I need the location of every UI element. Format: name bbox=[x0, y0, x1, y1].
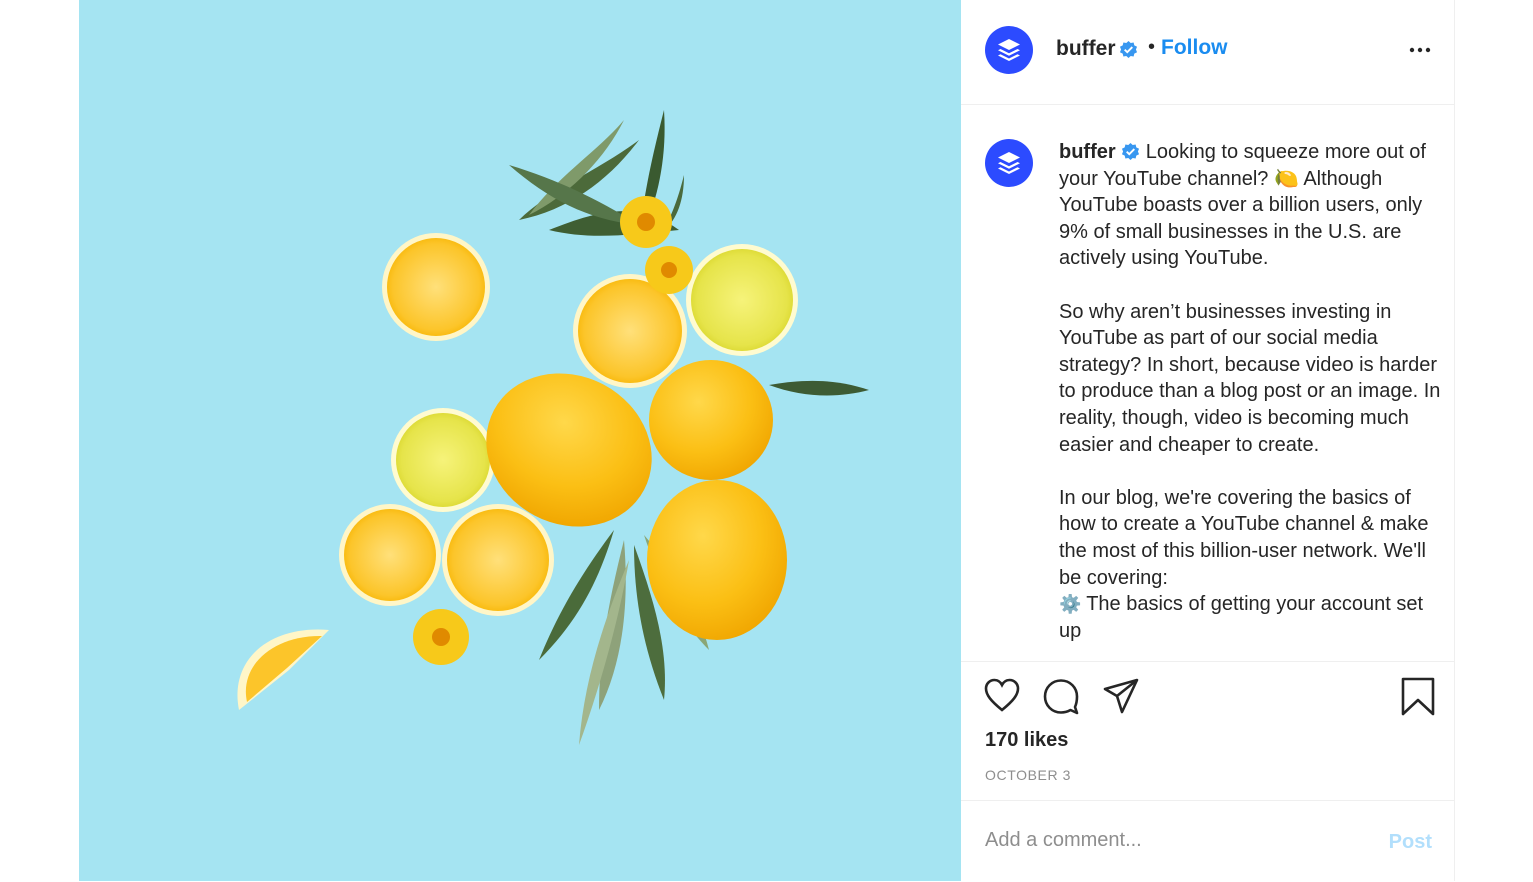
caption-avatar[interactable] bbox=[985, 139, 1033, 187]
caption-text: buffer Looking to squeeze more out of yo… bbox=[1059, 139, 1444, 644]
caption-paragraph-2: So why aren’t businesses investing in Yo… bbox=[1059, 300, 1441, 456]
comment-bar: Post bbox=[961, 800, 1454, 882]
caption-bullet-text: The basics of getting your account set u… bbox=[1059, 593, 1424, 642]
comment-icon[interactable] bbox=[1042, 676, 1080, 716]
post-photo[interactable] bbox=[79, 0, 961, 881]
avatar[interactable] bbox=[985, 26, 1033, 74]
caption-bullet: ⚙️ The basics of getting your account se… bbox=[1059, 591, 1444, 644]
verified-badge-icon bbox=[1119, 40, 1138, 59]
buffer-logo-icon bbox=[998, 39, 1020, 61]
likes-count[interactable]: 170 likes bbox=[985, 729, 1068, 752]
action-bar bbox=[961, 676, 1454, 720]
separator-dot: • bbox=[1148, 36, 1156, 58]
lemons-photo bbox=[237, 110, 869, 745]
share-icon[interactable] bbox=[1102, 676, 1140, 716]
post-comment-button[interactable]: Post bbox=[1389, 831, 1432, 854]
post-date: OCTOBER 3 bbox=[985, 767, 1072, 783]
post-header: buffer • Follow bbox=[961, 0, 1454, 105]
gear-icon: ⚙️ bbox=[1059, 594, 1082, 615]
follow-button[interactable]: Follow bbox=[1161, 36, 1228, 60]
post-detail-panel: buffer • Follow buffer Looking to squeez… bbox=[961, 0, 1455, 881]
verified-badge-icon bbox=[1122, 142, 1140, 161]
caption-paragraph-3: In our blog, we're covering the basics o… bbox=[1059, 486, 1429, 589]
username[interactable]: buffer bbox=[1056, 37, 1116, 61]
caption-section: buffer Looking to squeeze more out of yo… bbox=[961, 105, 1454, 662]
more-options-icon[interactable] bbox=[1408, 40, 1432, 60]
caption-username[interactable]: buffer bbox=[1059, 141, 1116, 163]
buffer-logo-icon bbox=[998, 152, 1020, 174]
comment-input[interactable] bbox=[985, 829, 1345, 852]
bookmark-icon[interactable] bbox=[1399, 676, 1437, 716]
heart-icon[interactable] bbox=[983, 676, 1021, 716]
